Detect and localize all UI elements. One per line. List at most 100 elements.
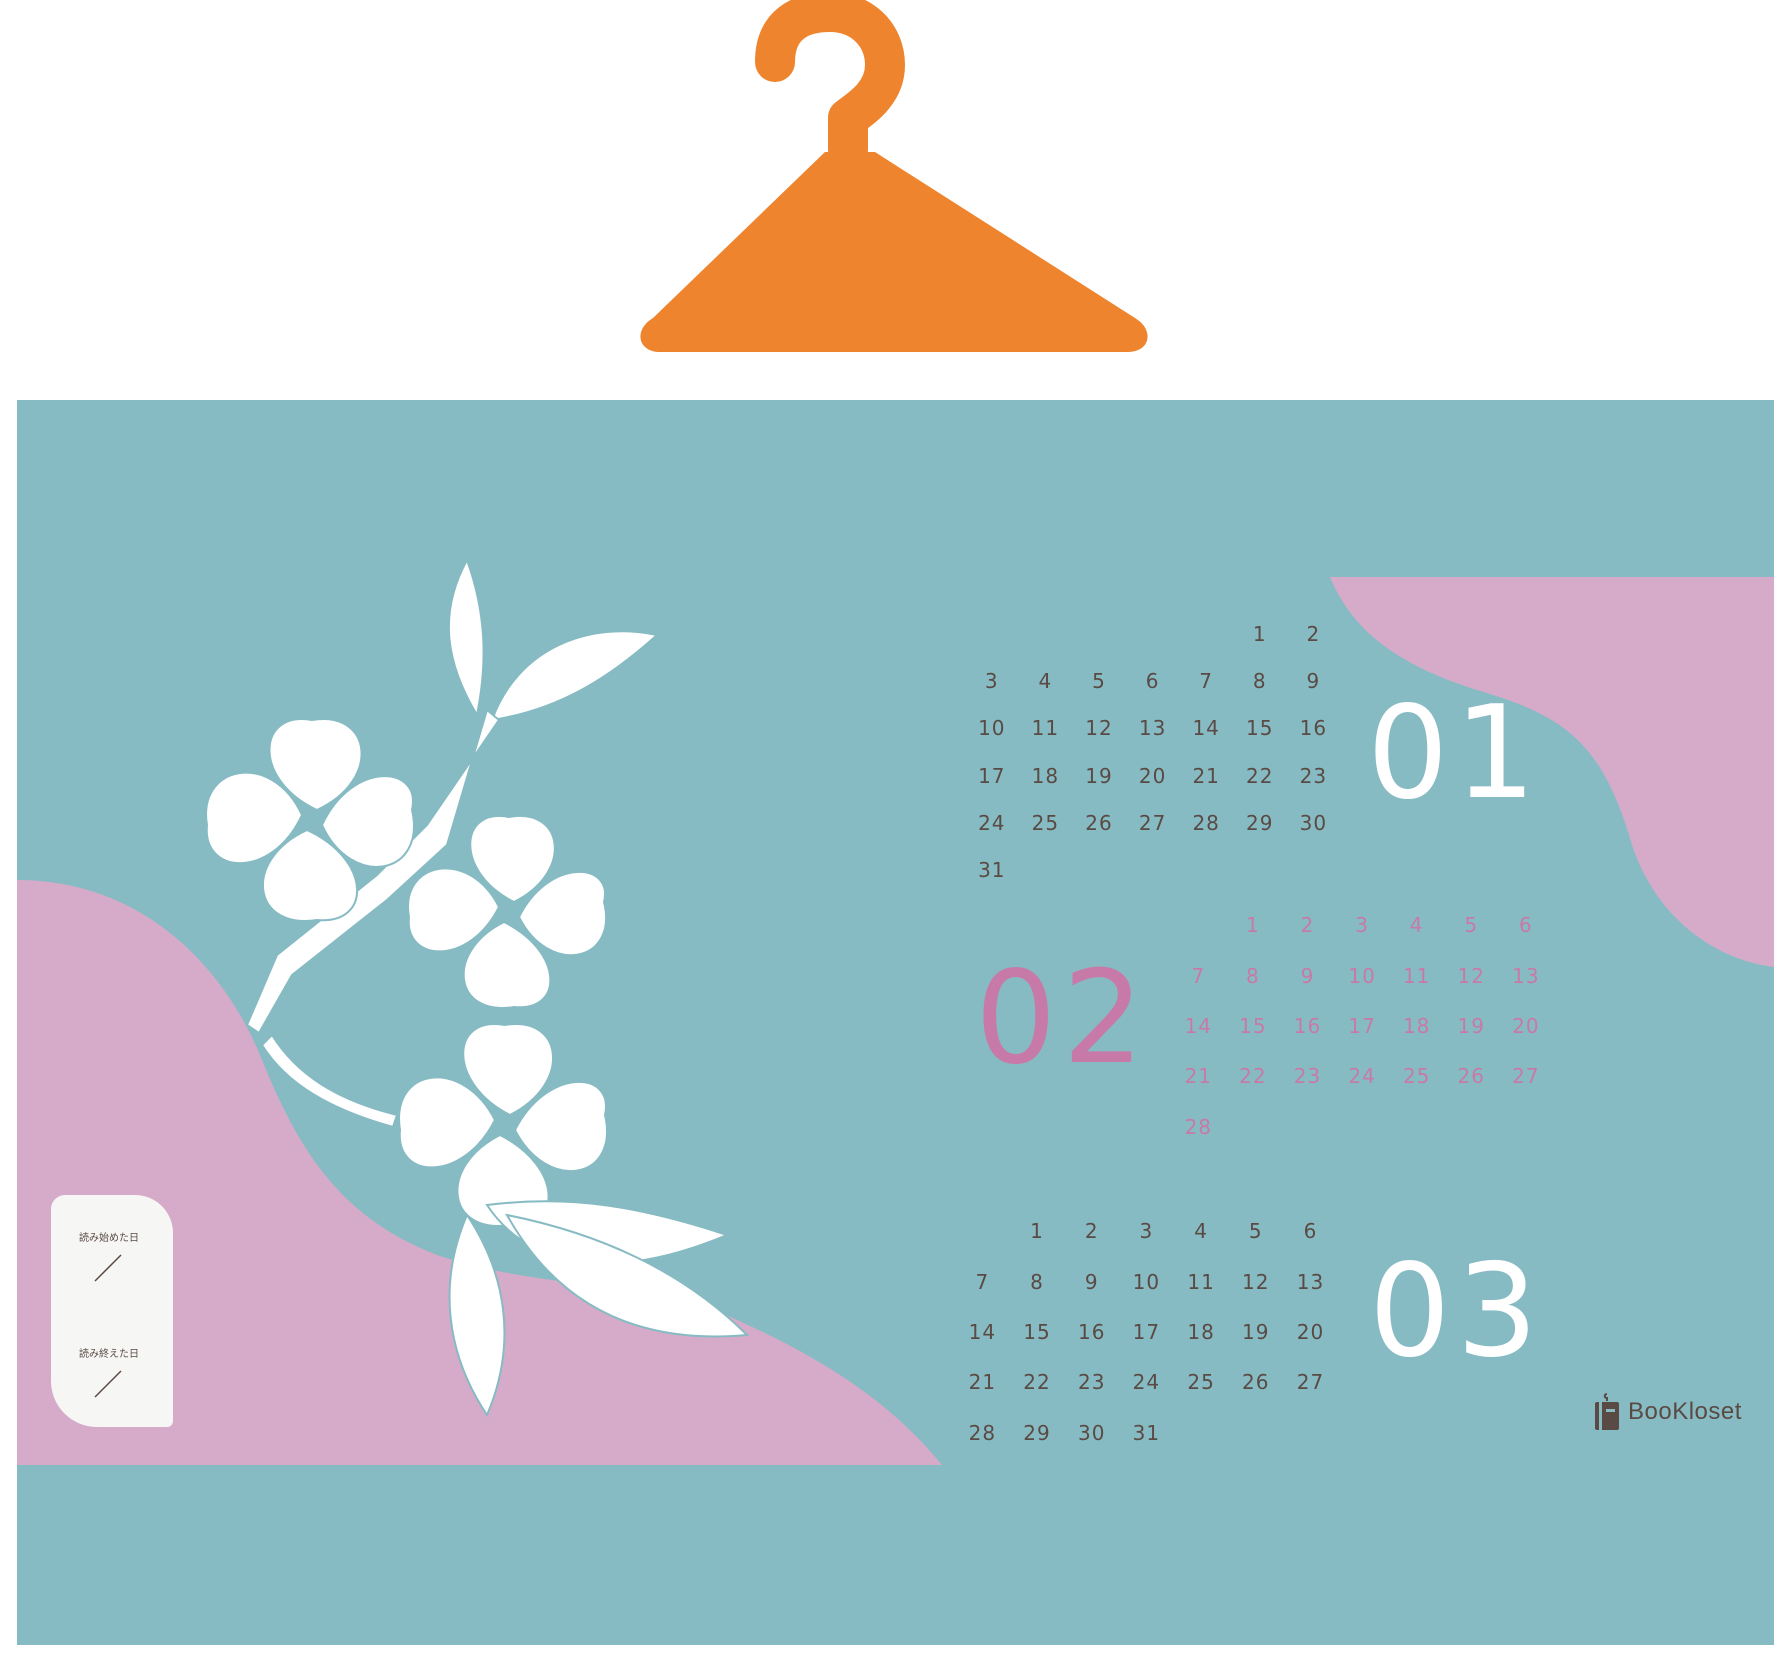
calendar-blank-cell bbox=[1171, 900, 1226, 950]
calendar-day: 15 bbox=[1246, 716, 1274, 741]
calendar-day: 22 bbox=[1239, 1064, 1267, 1089]
calendar-day: 31 bbox=[1132, 1420, 1161, 1445]
calendar-day: 8 bbox=[1252, 668, 1267, 693]
book-icon bbox=[1595, 1393, 1619, 1430]
calendar-day: 7 bbox=[975, 1269, 990, 1294]
calendar-day: 27 bbox=[1138, 810, 1167, 835]
calendar-day: 9 bbox=[1084, 1269, 1099, 1294]
calendar-day: 10 bbox=[1132, 1269, 1161, 1294]
calendar-day: 29 bbox=[1023, 1420, 1051, 1445]
calendar-day: 30 bbox=[1077, 1420, 1106, 1445]
calendar-day: 11 bbox=[1031, 716, 1060, 741]
calendar-day: 6 bbox=[1303, 1219, 1318, 1244]
calendar-day: 17 bbox=[1132, 1319, 1161, 1344]
calendar-day: 12 bbox=[1457, 963, 1485, 988]
calendar-day: 11 bbox=[1187, 1269, 1215, 1294]
calendar-day: 25 bbox=[1187, 1370, 1215, 1395]
calendar-day: 21 bbox=[968, 1370, 997, 1395]
calendar-blank-cell bbox=[965, 610, 1019, 657]
calendar-day: 17 bbox=[978, 763, 1006, 788]
calendar-day: 9 bbox=[1300, 963, 1315, 988]
dogwood-flower-icon bbox=[205, 557, 750, 1418]
calendar-day: 5 bbox=[1248, 1219, 1263, 1244]
calendar-day: 30 bbox=[1299, 810, 1328, 835]
calendar-day: 31 bbox=[978, 858, 1006, 883]
calendar-day: 16 bbox=[1293, 1013, 1322, 1038]
calendar-day: 7 bbox=[1199, 668, 1214, 693]
calendar-day: 19 bbox=[1085, 763, 1113, 788]
calendar-day: 12 bbox=[1085, 716, 1113, 741]
calendar-day: 3 bbox=[1355, 913, 1369, 938]
calendar-grid-02: 1 2 3 4 5 6 7 8 9 10 11 12 13 14 15 16 17 18 19 20 21 22 23 24 2… bbox=[1171, 900, 1553, 1152]
calendar-day: 2 bbox=[1300, 913, 1315, 938]
calendar-day: 16 bbox=[1299, 716, 1328, 741]
calendar-day: 1 bbox=[1030, 1219, 1044, 1244]
calendar-day: 11 bbox=[1402, 963, 1431, 988]
calendar-day: 19 bbox=[1457, 1013, 1485, 1038]
calendar-day: 1 bbox=[1252, 621, 1267, 646]
calendar-day: 4 bbox=[1409, 913, 1424, 938]
calendar-day: 20 bbox=[1512, 1013, 1540, 1038]
calendar-sheet: 1 2 3 4 5 6 7 8 9 10 11 12 13 14 15 16 17 18 19 20 21 22 23 24 2… bbox=[17, 400, 1774, 1645]
calendar-day: 8 bbox=[1030, 1269, 1044, 1294]
start-date-label: 読み始めた日 bbox=[79, 1233, 139, 1244]
calendar-day: 23 bbox=[1299, 763, 1328, 788]
calendar-day: 3 bbox=[984, 668, 999, 693]
calendar-day: 2 bbox=[1306, 621, 1321, 646]
calendar-day: 8 bbox=[1246, 963, 1260, 988]
calendar-day: 26 bbox=[1242, 1370, 1270, 1395]
calendar-day: 12 bbox=[1242, 1269, 1270, 1294]
calendar-day: 6 bbox=[1518, 913, 1533, 938]
calendar-day: 29 bbox=[1246, 810, 1274, 835]
calendar-day: 14 bbox=[1192, 716, 1220, 741]
calendar-blank-cell bbox=[955, 1206, 1010, 1256]
calendar-day: 19 bbox=[1242, 1319, 1270, 1344]
hanger-icon bbox=[640, 0, 1148, 352]
month-number-03: 03 bbox=[1369, 1237, 1544, 1386]
end-date-label: 読み終えた日 bbox=[79, 1349, 139, 1360]
calendar-day: 24 bbox=[1348, 1064, 1376, 1089]
calendar-day: 28 bbox=[1184, 1114, 1213, 1139]
end-date-slash bbox=[94, 1370, 122, 1398]
calendar-day: 13 bbox=[1296, 1269, 1325, 1294]
calendar-day: 28 bbox=[968, 1420, 997, 1445]
calendar-day: 14 bbox=[968, 1319, 997, 1344]
calendar-day: 25 bbox=[1402, 1064, 1431, 1089]
calendar-day: 26 bbox=[1085, 810, 1113, 835]
calendar-day: 3 bbox=[1139, 1219, 1154, 1244]
calendar-grid-03: 1 2 3 4 5 6 7 8 9 10 11 12 13 14 15 16 17 18 19 20 21 22 23 24 2… bbox=[955, 1206, 1338, 1458]
calendar-day: 21 bbox=[1184, 1064, 1213, 1089]
calendar-day: 4 bbox=[1038, 668, 1053, 693]
calendar-day: 7 bbox=[1191, 963, 1206, 988]
calendar-day: 13 bbox=[1512, 963, 1540, 988]
calendar-day: 18 bbox=[1187, 1319, 1215, 1344]
calendar-day: 18 bbox=[1031, 763, 1060, 788]
calendar-blank-cell bbox=[1126, 610, 1180, 657]
calendar-day: 5 bbox=[1092, 668, 1106, 693]
calendar-day: 4 bbox=[1194, 1219, 1208, 1244]
calendar-day: 9 bbox=[1306, 668, 1321, 693]
calendar-day: 23 bbox=[1293, 1064, 1322, 1089]
brand-logo: BooKloset bbox=[1592, 1392, 1742, 1432]
calendar-day: 20 bbox=[1296, 1319, 1325, 1344]
calendar-day: 26 bbox=[1457, 1064, 1485, 1089]
calendar-day: 15 bbox=[1023, 1319, 1051, 1344]
calendar-day: 18 bbox=[1402, 1013, 1431, 1038]
calendar-day: 10 bbox=[978, 716, 1006, 741]
month-number-01: 01 bbox=[1367, 679, 1542, 828]
calendar-day: 24 bbox=[978, 810, 1006, 835]
calendar-day: 22 bbox=[1246, 763, 1274, 788]
calendar-day: 17 bbox=[1348, 1013, 1376, 1038]
reading-date-card: 読み始めた日 読み終えた日 bbox=[51, 1195, 173, 1427]
calendar-day: 10 bbox=[1348, 963, 1376, 988]
calendar-blank-cell bbox=[1179, 610, 1233, 657]
calendar-day: 6 bbox=[1145, 668, 1160, 693]
brand-name: BooKloset bbox=[1628, 1398, 1742, 1425]
calendar-day: 2 bbox=[1084, 1219, 1099, 1244]
calendar-day: 24 bbox=[1132, 1370, 1161, 1395]
calendar-day: 28 bbox=[1192, 810, 1220, 835]
month-number-02: 02 bbox=[975, 944, 1150, 1093]
calendar-blank-cell bbox=[1019, 610, 1073, 657]
calendar-day: 16 bbox=[1077, 1319, 1106, 1344]
calendar-day: 27 bbox=[1296, 1370, 1325, 1395]
